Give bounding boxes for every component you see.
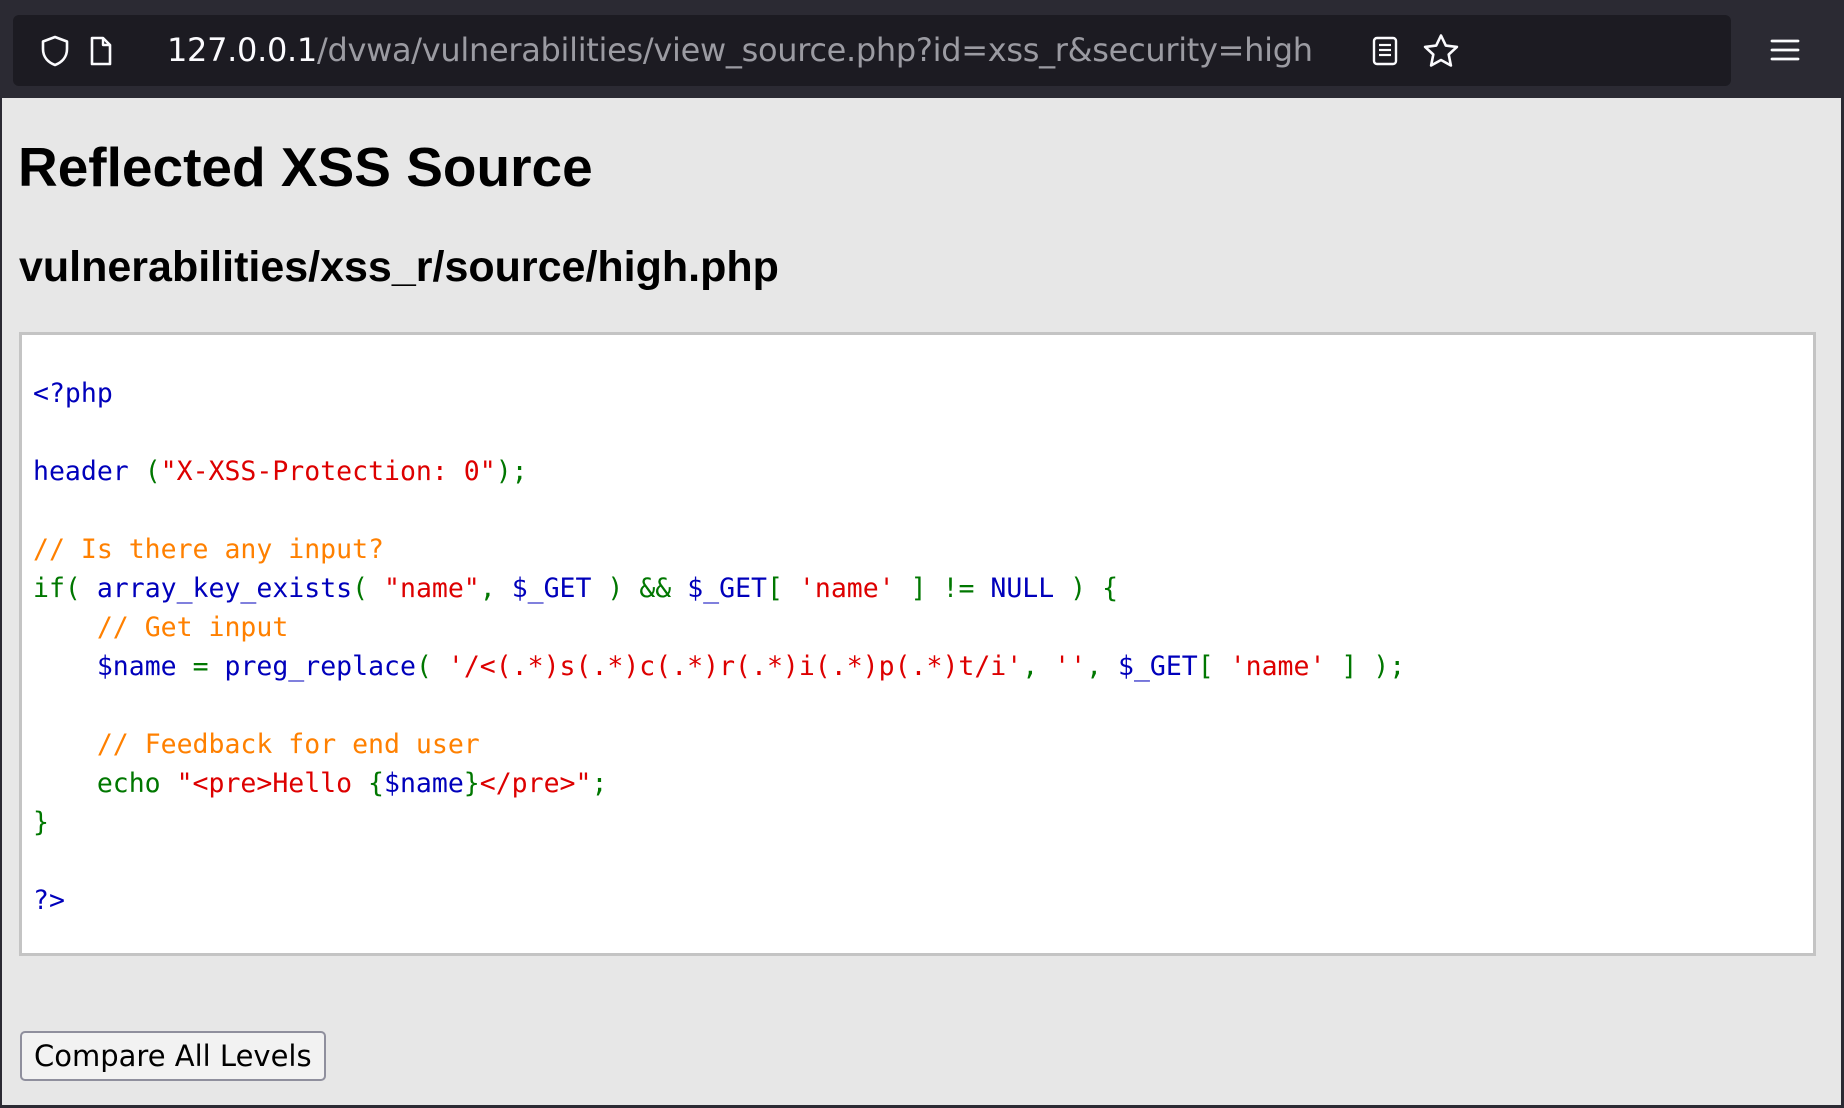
code-token: ( — [128, 456, 161, 487]
code-token: ); — [495, 456, 528, 487]
code-token: // Is there any input? — [33, 534, 384, 565]
code-token: array_key_exists — [96, 573, 353, 604]
code-token: , — [1086, 651, 1118, 682]
code-token: $_GET — [687, 573, 767, 604]
code-token: [ — [1197, 651, 1230, 682]
code-token: NULL — [990, 573, 1055, 604]
menu-icon[interactable] — [1763, 22, 1807, 78]
code-line: echo "<pre>Hello {$name}</pre>"; — [33, 764, 1405, 803]
code-token: [ — [766, 573, 799, 604]
code-token: "X-XSS-Protection: 0" — [160, 456, 496, 487]
code-token: $_GET — [511, 573, 592, 604]
code-line: if( array_key_exists( "name", $_GET ) &&… — [33, 569, 1405, 608]
code-token: header — [33, 456, 129, 487]
compare-all-levels-button[interactable]: Compare All Levels — [20, 1031, 326, 1081]
code-token: preg_replace — [224, 651, 416, 682]
code-token: $name — [96, 651, 177, 682]
code-token: ] != — [894, 573, 991, 604]
code-token: } — [33, 807, 49, 838]
code-token: ( — [415, 651, 448, 682]
code-token: if( — [33, 573, 97, 604]
code-line: ?> — [33, 881, 1405, 920]
address-bar[interactable]: 127.0.0.1/dvwa/vulnerabilities/view_sour… — [13, 15, 1731, 86]
browser-toolbar: 127.0.0.1/dvwa/vulnerabilities/view_sour… — [0, 0, 1844, 98]
url-host: 127.0.0.1 — [167, 31, 317, 69]
code-token: ( — [352, 573, 385, 604]
code-token: </pre>" — [479, 768, 592, 799]
code-token: 'name' — [1229, 651, 1326, 682]
code-token: <?php — [33, 378, 113, 409]
code-token: ) && — [591, 573, 688, 604]
shield-icon[interactable] — [35, 15, 75, 86]
code-token: } — [463, 768, 480, 799]
code-line: // Is there any input? — [33, 530, 1405, 569]
code-token: ?> — [33, 885, 65, 916]
code-line: } — [33, 803, 1405, 842]
code-token: "<pre>Hello — [176, 768, 369, 799]
code-token: // Feedback for end user — [96, 729, 480, 760]
code-token: { — [368, 768, 385, 799]
code-line: header ("X-XSS-Protection: 0"); — [33, 452, 1405, 491]
code-line: // Get input — [33, 608, 1405, 647]
code-token: ) { — [1054, 573, 1119, 604]
code-token: $_GET — [1117, 651, 1198, 682]
page-title: Reflected XSS Source — [18, 136, 593, 198]
code-token: ] ); — [1325, 651, 1406, 682]
code-token: '/<(.*)s(.*)c(.*)r(.*)i(.*)p(.*)t/i' — [447, 651, 1023, 682]
code-line: <?php — [33, 374, 1405, 413]
source-file-path: vulnerabilities/xss_r/source/high.php — [19, 243, 779, 291]
code-token: echo — [33, 768, 177, 799]
code-line: // Feedback for end user — [33, 725, 1405, 764]
reader-view-icon[interactable] — [1363, 15, 1407, 86]
code-token: ; — [591, 768, 608, 799]
code-token: , — [479, 573, 512, 604]
code-token: '' — [1054, 651, 1087, 682]
code-token: $name — [384, 768, 464, 799]
code-token: "name" — [384, 573, 480, 604]
source-code-box: <?php header ("X-XSS-Protection: 0"); //… — [19, 332, 1816, 956]
url-path: /dvwa/vulnerabilities/view_source.php?id… — [316, 31, 1313, 69]
code-line: $name = preg_replace( '/<(.*)s(.*)c(.*)r… — [33, 647, 1405, 686]
code-token: = — [176, 651, 225, 682]
code-token: // Get input — [96, 612, 289, 643]
code-token: 'name' — [798, 573, 895, 604]
bookmark-star-icon[interactable] — [1416, 15, 1466, 86]
page-icon[interactable] — [83, 15, 119, 86]
source-code: <?php header ("X-XSS-Protection: 0"); //… — [33, 374, 1405, 920]
code-token: , — [1022, 651, 1055, 682]
url-text[interactable]: 127.0.0.1/dvwa/vulnerabilities/view_sour… — [167, 15, 1313, 86]
